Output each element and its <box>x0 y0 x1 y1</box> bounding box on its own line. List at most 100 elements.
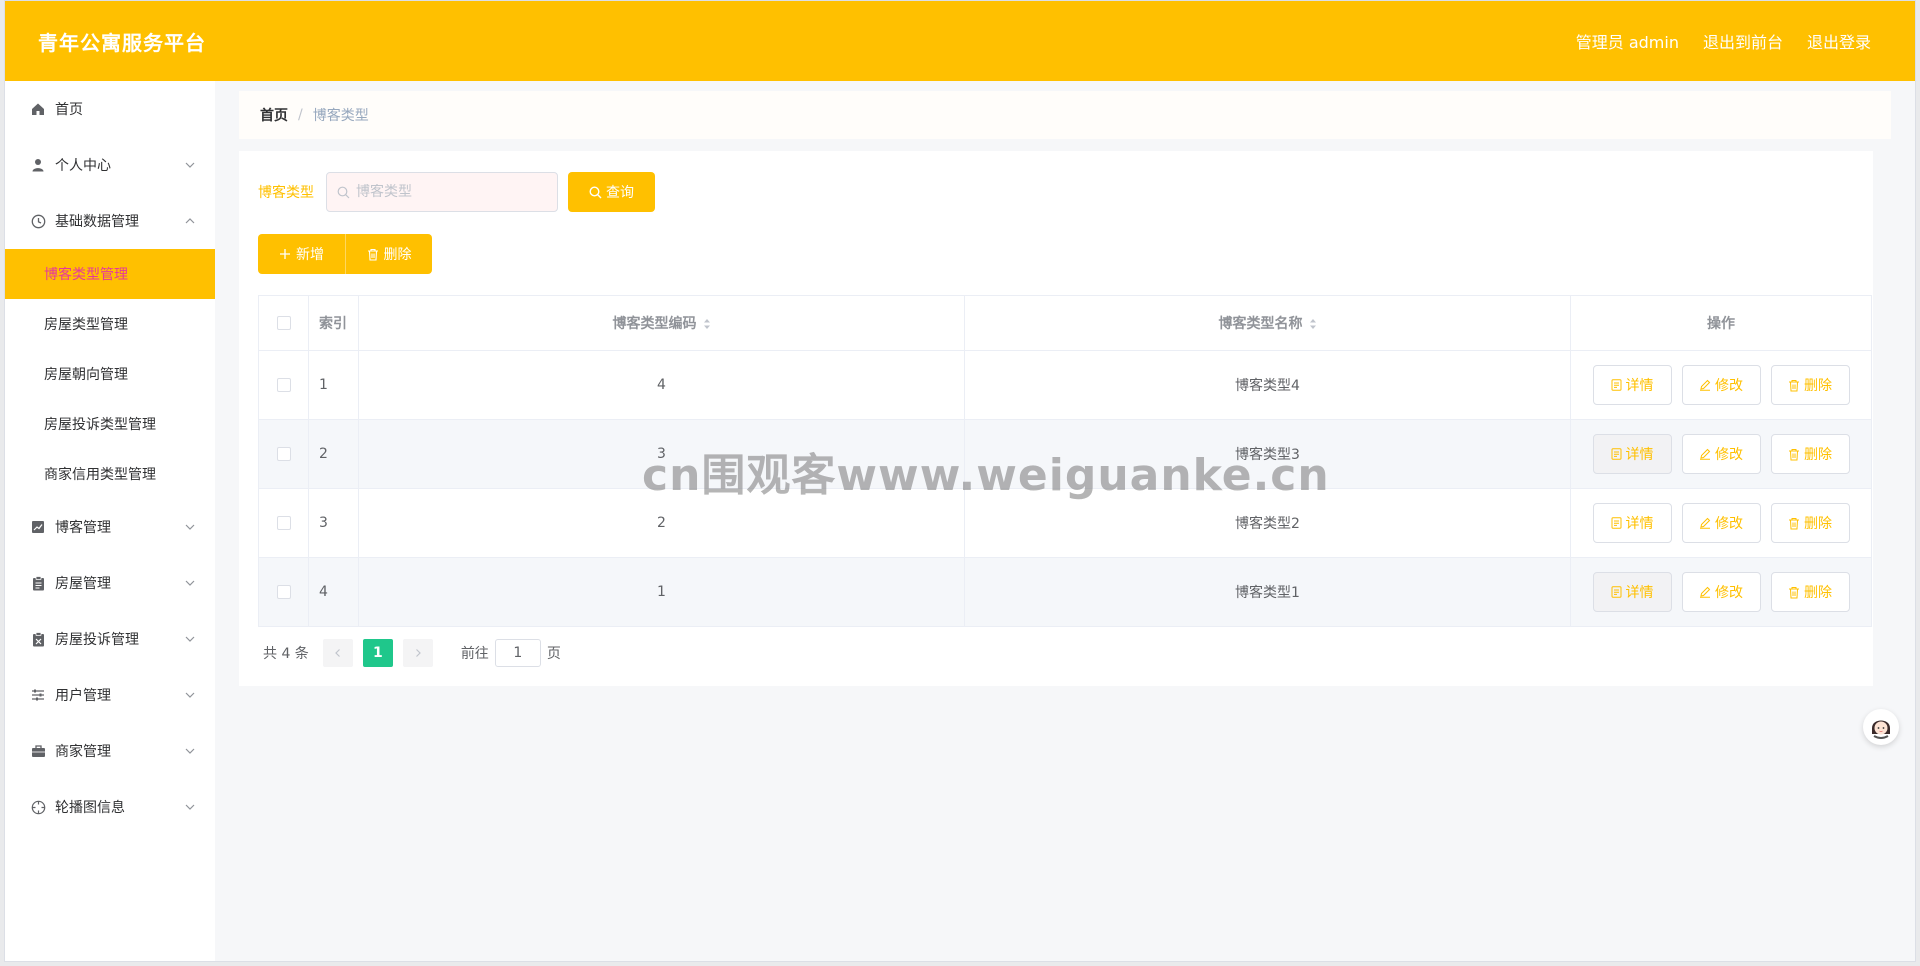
detail-button[interactable]: 详情 <box>1592 503 1672 543</box>
row-checkbox[interactable] <box>276 447 291 461</box>
detail-button[interactable]: 详情 <box>1592 365 1672 405</box>
table-row: 3 2 博客类型2 详情 修改 删除 <box>258 488 1872 558</box>
add-button[interactable]: 新增 <box>258 234 345 274</box>
pagination: 共 4 条 1 前往 页 <box>263 639 561 667</box>
goto-page-input[interactable] <box>494 639 541 667</box>
sidebar-item-merchants[interactable]: 商家管理 <box>5 723 215 779</box>
document-icon <box>1611 448 1621 460</box>
row-ops: 详情 修改 删除 <box>1570 557 1872 627</box>
edit-button[interactable]: 修改 <box>1681 434 1761 474</box>
logout-link[interactable]: 退出登录 <box>1807 29 1871 53</box>
trash-icon <box>1789 517 1799 529</box>
row-checkbox[interactable] <box>276 378 291 392</box>
edit-button-label: 修改 <box>1715 585 1743 601</box>
delete-button[interactable]: 删除 <box>1770 503 1850 543</box>
table-row: 2 3 博客类型3 详情 修改 删除 <box>258 419 1872 489</box>
admin-user-link[interactable]: 管理员 admin <box>1576 29 1679 53</box>
header-name-label: 博客类型名称 <box>1218 316 1303 332</box>
row-index: 3 <box>308 488 359 558</box>
header-links: 管理员 admin 退出到前台 退出登录 <box>1576 29 1871 53</box>
query-button[interactable]: 查询 <box>568 172 655 212</box>
chevron-up-icon <box>185 218 195 224</box>
edit-button-label: 修改 <box>1715 447 1743 463</box>
row-name: 博客类型3 <box>964 419 1571 489</box>
assistant-avatar[interactable] <box>1863 709 1899 745</box>
edit-button[interactable]: 修改 <box>1681 365 1761 405</box>
chevron-left-icon <box>334 649 340 657</box>
sidebar-subitem-complaint-type[interactable]: 房屋投诉类型管理 <box>5 399 215 449</box>
page-number-current[interactable]: 1 <box>362 639 393 667</box>
select-all-checkbox[interactable] <box>276 316 291 330</box>
delete-button[interactable]: 删除 <box>1770 572 1850 612</box>
avatar-icon <box>1867 713 1895 741</box>
row-index: 1 <box>308 350 359 420</box>
delete-button[interactable]: 删除 <box>1770 365 1850 405</box>
chevron-right-icon <box>415 649 421 657</box>
sidebar-item-complaint[interactable]: 房屋投诉管理 <box>5 611 215 667</box>
trash-icon <box>1789 379 1799 391</box>
sidebar-item-blog[interactable]: 博客管理 <box>5 499 215 555</box>
header-code[interactable]: 博客类型编码 <box>358 295 965 351</box>
edit-button[interactable]: 修改 <box>1681 503 1761 543</box>
header-index: 索引 <box>308 295 359 351</box>
sidebar-item-label: 博客管理 <box>55 520 111 536</box>
row-index: 2 <box>308 419 359 489</box>
sidebar-item-label: 首页 <box>55 102 83 118</box>
add-button-label: 新增 <box>296 247 324 263</box>
search-box <box>326 172 558 212</box>
edit-button-label: 修改 <box>1715 378 1743 394</box>
home-icon <box>28 101 48 117</box>
edit-icon <box>1700 586 1711 598</box>
delete-button-label: 删除 <box>1804 516 1832 532</box>
sort-icon[interactable] <box>703 318 711 330</box>
sidebar-item-base-data[interactable]: 基础数据管理 <box>5 193 215 249</box>
row-checkbox[interactable] <box>276 516 291 530</box>
edit-icon <box>1700 448 1711 460</box>
plus-icon <box>280 249 290 259</box>
header-ops: 操作 <box>1570 295 1872 351</box>
sidebar-subitem-blog-type[interactable]: 博客类型管理 <box>5 249 215 299</box>
main-content: 首页 / 博客类型 博客类型 查询 新增 <box>215 81 1915 961</box>
row-name: 博客类型2 <box>964 488 1571 558</box>
row-checkbox[interactable] <box>276 585 291 599</box>
breadcrumb-home[interactable]: 首页 <box>260 105 288 125</box>
search-input[interactable] <box>356 184 546 200</box>
chevron-down-icon <box>185 692 195 698</box>
header-name[interactable]: 博客类型名称 <box>964 295 1571 351</box>
page-unit-label: 页 <box>546 646 561 662</box>
sidebar-item-label: 用户管理 <box>55 688 111 704</box>
sidebar-item-users[interactable]: 用户管理 <box>5 667 215 723</box>
sidebar-subitem-house-orientation[interactable]: 房屋朝向管理 <box>5 349 215 399</box>
sidebar-item-home[interactable]: 首页 <box>5 81 215 137</box>
next-page-button[interactable] <box>402 639 433 667</box>
chevron-down-icon <box>185 636 195 642</box>
detail-button-label: 详情 <box>1625 585 1654 601</box>
sidebar-item-personal[interactable]: 个人中心 <box>5 137 215 193</box>
row-check-cell <box>258 557 309 627</box>
sidebar-item-label: 个人中心 <box>55 158 111 174</box>
data-table: 索引 博客类型编码 博客类型名称 操作 1 4 博客类型4 详情 修改 删除 2… <box>258 295 1872 627</box>
chevron-down-icon <box>185 162 195 168</box>
sidebar-subitem-house-type[interactable]: 房屋类型管理 <box>5 299 215 349</box>
sidebar-subitem-credit-type[interactable]: 商家信用类型管理 <box>5 449 215 499</box>
row-code: 4 <box>358 350 965 420</box>
document-icon <box>1611 379 1621 391</box>
top-header: 青年公寓服务平台 管理员 admin 退出到前台 退出登录 <box>5 1 1915 81</box>
sliders-icon <box>28 687 48 703</box>
row-ops: 详情 修改 删除 <box>1570 488 1872 558</box>
document-icon <box>1611 586 1621 598</box>
exit-to-front-link[interactable]: 退出到前台 <box>1703 29 1783 53</box>
breadcrumb-separator: / <box>298 107 303 123</box>
detail-button-label: 详情 <box>1625 378 1654 394</box>
detail-button[interactable]: 详情 <box>1592 572 1672 612</box>
prev-page-button[interactable] <box>322 639 353 667</box>
row-check-cell <box>258 350 309 420</box>
delete-button[interactable]: 删除 <box>1770 434 1850 474</box>
sidebar: 首页 个人中心 基础数据管理 博客类型管理 房屋类型管理 房屋朝向管理 房屋投诉… <box>5 81 215 961</box>
edit-button[interactable]: 修改 <box>1681 572 1761 612</box>
sidebar-item-carousel[interactable]: 轮播图信息 <box>5 779 215 835</box>
sidebar-item-house[interactable]: 房屋管理 <box>5 555 215 611</box>
detail-button[interactable]: 详情 <box>1592 434 1672 474</box>
batch-delete-button[interactable]: 删除 <box>345 234 432 274</box>
sort-icon[interactable] <box>1309 318 1317 330</box>
